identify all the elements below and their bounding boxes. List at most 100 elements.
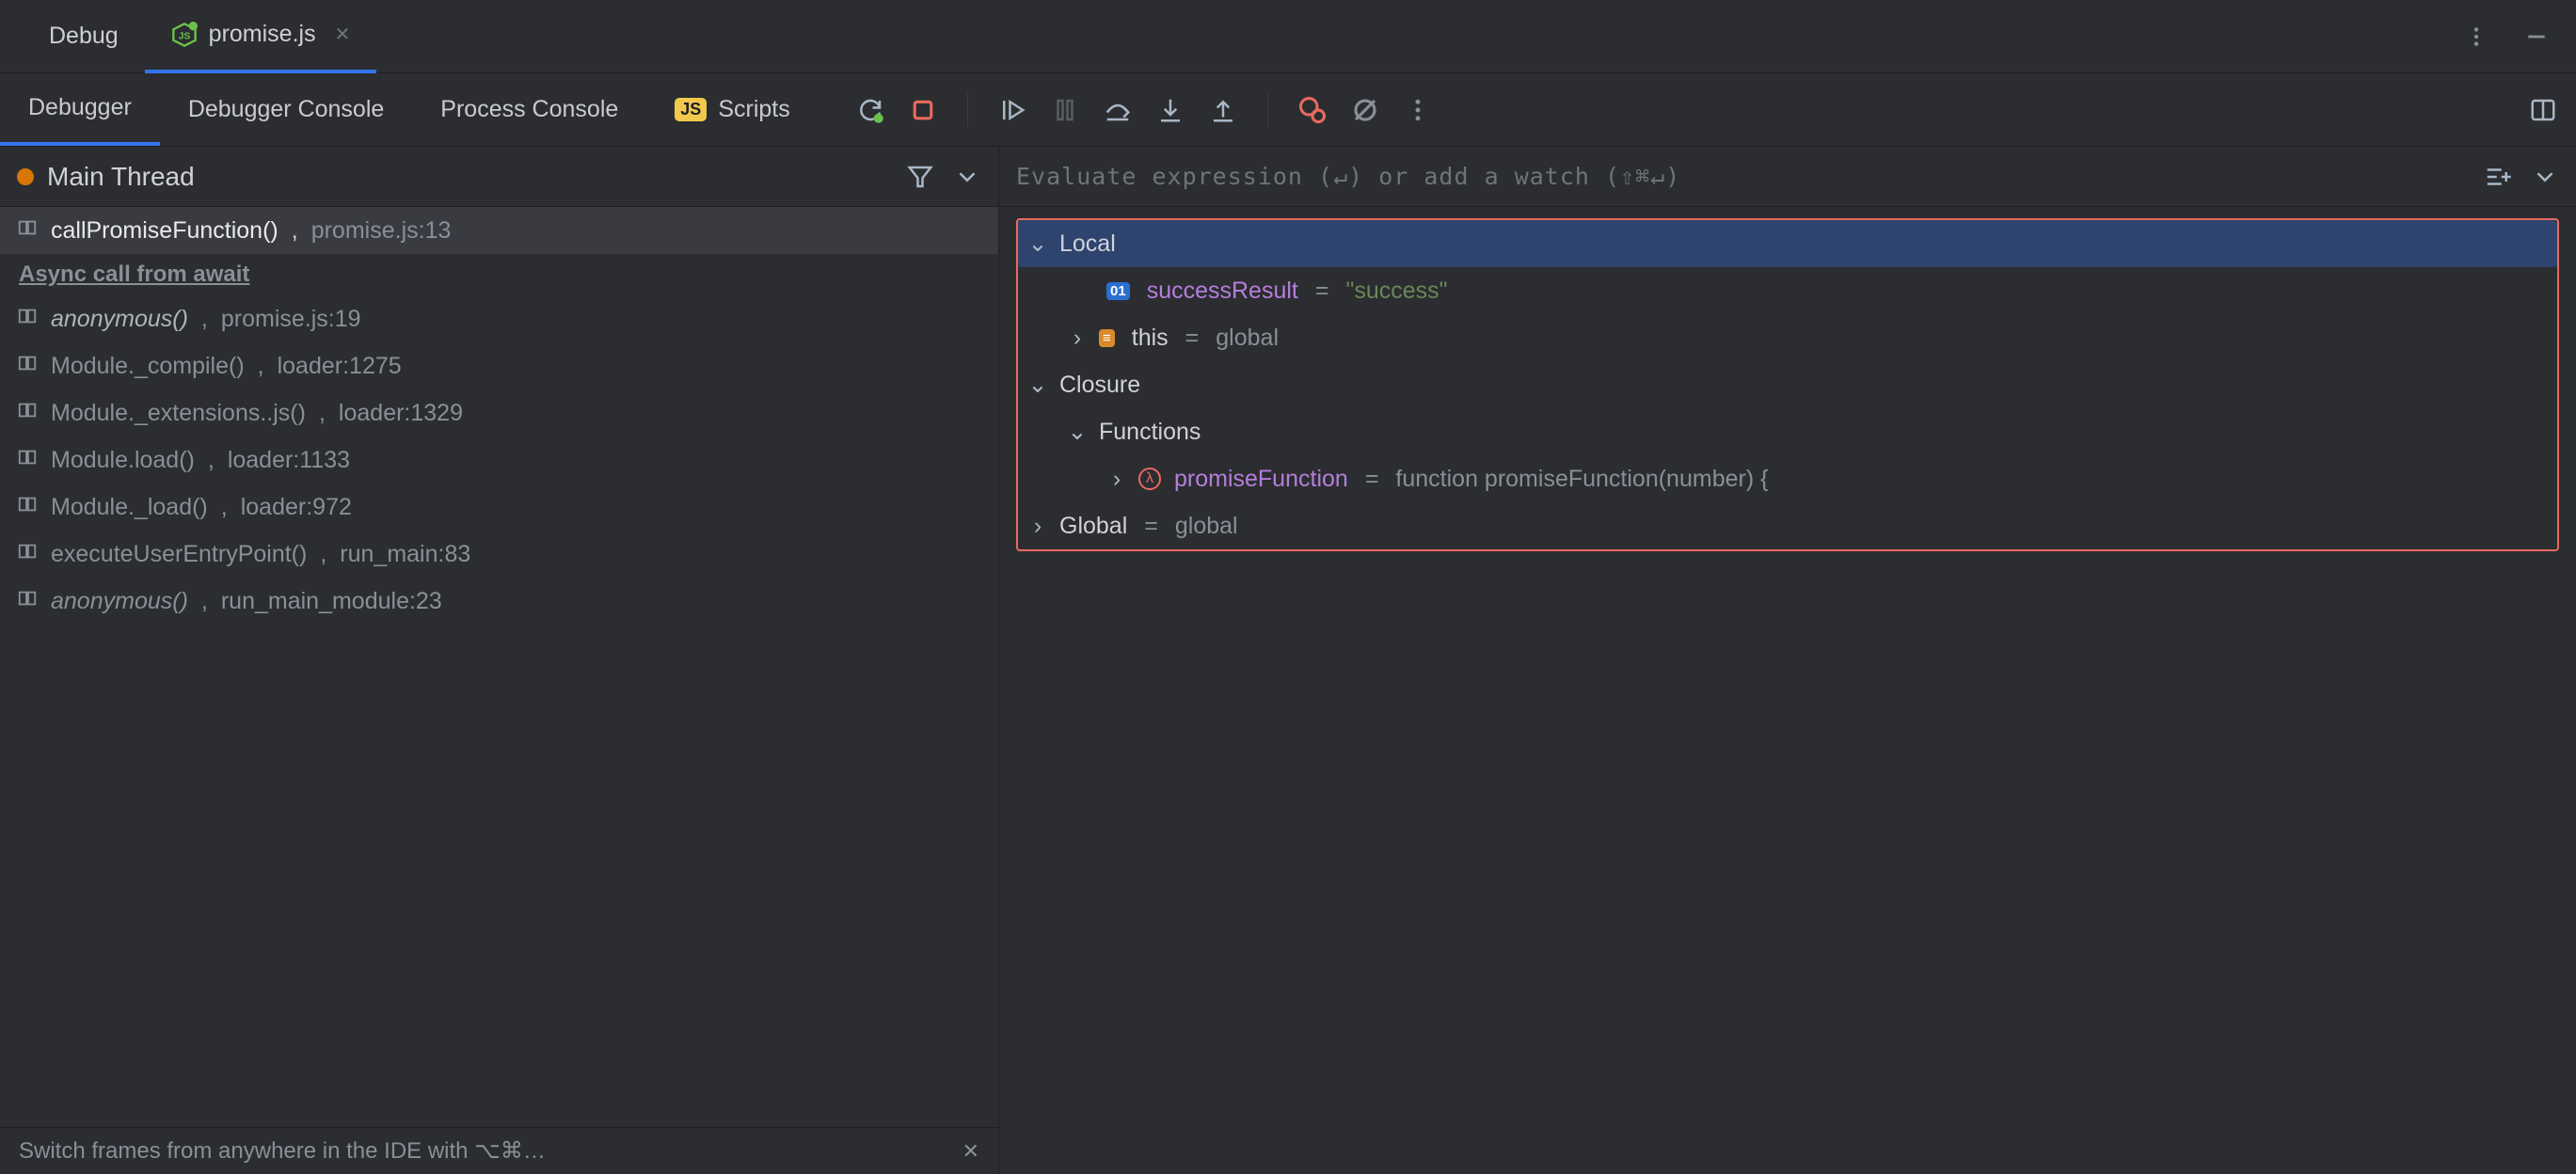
stack-frame[interactable]: executeUserEntryPoint(), run_main:83 [0, 531, 998, 578]
sub-tab-process-console[interactable]: Process Console [412, 73, 646, 146]
svg-text:JS: JS [178, 30, 190, 41]
stack-frame[interactable]: Module._load(), loader:972 [0, 484, 998, 531]
frame-function: anonymous() [51, 588, 188, 615]
frame-function: Module._load() [51, 494, 208, 521]
variables-panel: Evaluate expression (↵) or add a watch (… [999, 147, 2576, 1174]
frame-location: loader:1275 [278, 353, 402, 380]
toolbar-separator [967, 93, 968, 127]
stack-frame[interactable]: Module.load(), loader:1133 [0, 436, 998, 484]
stack-frame[interactable]: callPromiseFunction(), promise.js:13 [0, 207, 998, 254]
chevron-right-icon: › [1027, 513, 1048, 540]
scope-label: Closure [1059, 372, 1140, 399]
var-value: function promiseFunction(number) { [1395, 466, 1768, 493]
frame-function: Module._compile() [51, 353, 245, 380]
pause-icon[interactable] [1051, 96, 1079, 124]
scope-global[interactable]: › Global = global [1018, 502, 2557, 549]
frame-location: run_main_module:23 [221, 588, 442, 615]
step-into-icon[interactable] [1156, 96, 1185, 124]
var-name: successResult [1147, 278, 1298, 305]
tab-debug[interactable]: Debug [23, 0, 145, 73]
frame-function: callPromiseFunction() [51, 217, 278, 245]
async-separator: Async call from await [0, 254, 998, 295]
watch-input-row: Evaluate expression (↵) or add a watch (… [999, 147, 2576, 207]
rerun-icon[interactable] [856, 96, 884, 124]
tip-close-icon[interactable]: ✕ [962, 1139, 979, 1164]
tip-text: Switch frames from anywhere in the IDE w… [19, 1137, 546, 1165]
view-breakpoints-icon[interactable] [1298, 96, 1327, 124]
sub-tab-debugger-console[interactable]: Debugger Console [160, 73, 412, 146]
frame-location: promise.js:19 [221, 306, 361, 333]
frame-icon [17, 588, 38, 615]
frame-icon [17, 400, 38, 427]
chevron-right-icon: › [1067, 325, 1088, 352]
stack-frame[interactable]: Module._extensions..js(), loader:1329 [0, 389, 998, 436]
sub-tab-debugger-label: Debugger [28, 94, 132, 121]
frame-function: anonymous() [51, 306, 188, 333]
var-name: this [1132, 325, 1169, 352]
frame-location: promise.js:13 [311, 217, 452, 245]
frame-icon [17, 447, 38, 474]
watch-input[interactable]: Evaluate expression (↵) or add a watch (… [1016, 163, 2471, 190]
toolbar-separator-2 [1267, 93, 1268, 127]
object-type-icon: ≡ [1099, 329, 1115, 347]
scope-functions[interactable]: ⌄ Functions [1018, 408, 2557, 455]
sub-tab-console-label: Debugger Console [188, 96, 384, 123]
var-value: global [1216, 325, 1279, 352]
variables-tree: ⌄ Local 01 successResult = "success" › ≡… [1016, 218, 2559, 551]
variable-row[interactable]: › ≡ this = global [1018, 314, 2557, 361]
more-options-icon[interactable] [2459, 20, 2493, 54]
frame-location: loader:972 [241, 494, 352, 521]
sub-tab-debugger[interactable]: Debugger [0, 73, 160, 146]
sub-tab-scripts-label: Scripts [718, 96, 789, 123]
thread-status-icon [17, 168, 34, 185]
variable-row[interactable]: › λ promiseFunction = function promiseFu… [1018, 455, 2557, 502]
frame-function: Module._extensions..js() [51, 400, 306, 427]
frame-icon [17, 494, 38, 521]
sub-tab-process-label: Process Console [440, 96, 618, 123]
tool-window-tabs: Debug JS promise.js ✕ [0, 0, 2576, 73]
js-badge-icon: JS [675, 98, 707, 121]
chevron-down-icon: ⌄ [1027, 230, 1048, 258]
thread-header[interactable]: Main Thread [0, 147, 998, 207]
chevron-down-icon[interactable] [2531, 163, 2559, 191]
scope-label: Local [1059, 230, 1116, 258]
stop-icon[interactable] [909, 96, 937, 124]
close-icon[interactable]: ✕ [335, 23, 351, 46]
frame-location: loader:1133 [228, 447, 350, 474]
chevron-down-icon: ⌄ [1027, 371, 1048, 399]
layout-settings-icon[interactable] [2529, 96, 2557, 124]
frame-function: executeUserEntryPoint() [51, 541, 307, 568]
resume-icon[interactable] [998, 96, 1026, 124]
frames-list[interactable]: callPromiseFunction(), promise.js:13 Asy… [0, 207, 998, 1127]
add-watch-icon[interactable] [2484, 163, 2512, 191]
debugger-more-icon[interactable] [1404, 96, 1432, 124]
var-value: "success" [1345, 278, 1447, 305]
minimize-icon[interactable] [2520, 20, 2553, 54]
frame-function: Module.load() [51, 447, 195, 474]
scope-closure[interactable]: ⌄ Closure [1018, 361, 2557, 408]
debugger-toolbar: Debugger Debugger Console Process Consol… [0, 73, 2576, 147]
filter-icon[interactable] [906, 163, 934, 191]
frames-panel: Main Thread callPromiseFunction(), promi… [0, 147, 999, 1174]
chevron-down-icon[interactable] [953, 163, 981, 191]
chevron-right-icon: › [1106, 466, 1127, 493]
step-out-icon[interactable] [1209, 96, 1237, 124]
frame-icon [17, 217, 38, 245]
scope-label: Functions [1099, 419, 1201, 446]
frames-tip: Switch frames from anywhere in the IDE w… [0, 1127, 998, 1174]
mute-breakpoints-icon[interactable] [1351, 96, 1379, 124]
sub-tab-scripts[interactable]: JS Scripts [646, 73, 818, 146]
var-name: promiseFunction [1174, 466, 1348, 493]
variable-row[interactable]: 01 successResult = "success" [1018, 267, 2557, 314]
chevron-down-icon: ⌄ [1067, 418, 1088, 446]
stack-frame[interactable]: anonymous(), promise.js:19 [0, 295, 998, 342]
step-over-icon[interactable] [1104, 96, 1132, 124]
frame-icon [17, 353, 38, 380]
scope-local[interactable]: ⌄ Local [1018, 220, 2557, 267]
stack-frame[interactable]: anonymous(), run_main_module:23 [0, 578, 998, 625]
tab-run-config[interactable]: JS promise.js ✕ [145, 0, 377, 73]
debugger-main: Main Thread callPromiseFunction(), promi… [0, 147, 2576, 1174]
stack-frame[interactable]: Module._compile(), loader:1275 [0, 342, 998, 389]
tab-run-config-label: promise.js [209, 21, 316, 48]
frame-icon [17, 306, 38, 333]
